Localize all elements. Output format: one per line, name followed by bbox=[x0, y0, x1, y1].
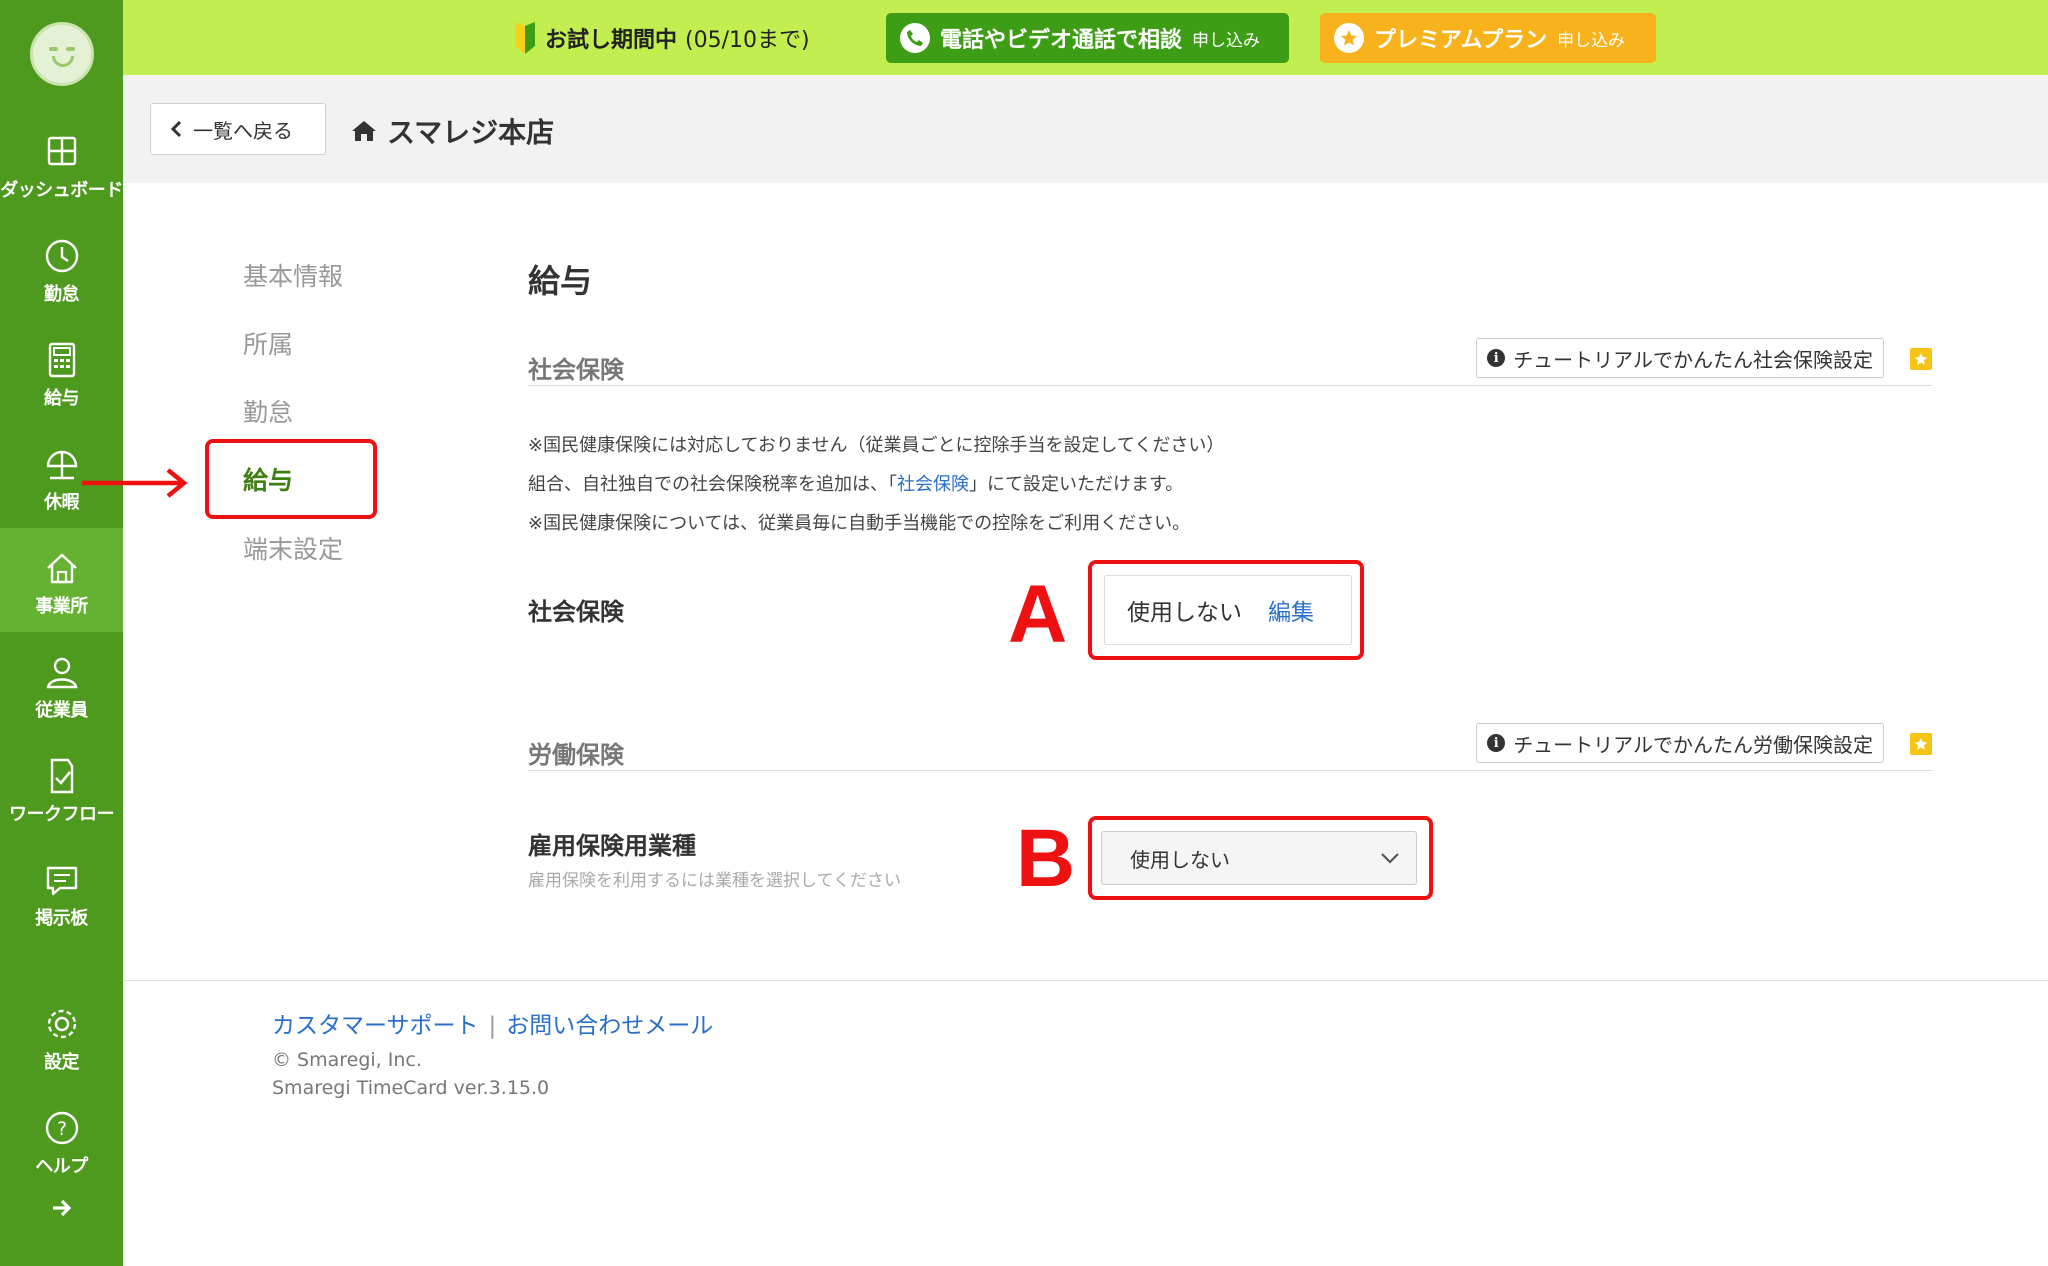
footer-divider bbox=[123, 980, 2048, 981]
sidebar-item-settings[interactable]: 設定 bbox=[0, 984, 123, 1088]
home-icon bbox=[352, 121, 376, 141]
app-logo[interactable] bbox=[30, 22, 94, 86]
subnav-item-basic[interactable]: 基本情報 bbox=[243, 257, 343, 293]
labor-insurance-header: 労働保険 i チュートリアルでかんたん労働保険設定 bbox=[528, 715, 1932, 771]
contact-mail-link[interactable]: お問い合わせメール bbox=[506, 1013, 713, 1039]
footer-links: カスタマーサポート | お問い合わせメール bbox=[272, 1013, 714, 1039]
bookmark-star-icon[interactable] bbox=[1910, 733, 1932, 755]
star-icon bbox=[1341, 30, 1357, 46]
phone-consult-button[interactable]: 電話やビデオ通話で相談 申し込み bbox=[886, 13, 1289, 63]
umbrella-icon bbox=[46, 450, 77, 480]
premium-plan-button[interactable]: プレミアムプラン 申し込み bbox=[1320, 13, 1656, 63]
beginner-mark-icon bbox=[515, 22, 535, 54]
social-insurance-tutorial-button[interactable]: i チュートリアルでかんたん社会保険設定 bbox=[1476, 338, 1884, 378]
sidebar-item-label: 事業所 bbox=[35, 596, 88, 617]
annotation-highlight-payroll bbox=[205, 439, 377, 519]
footer-copyright: © Smaregi, Inc. Smaregi TimeCard ver.3.1… bbox=[272, 1046, 549, 1102]
sidebar-item-dashboard[interactable]: ダッシュボード bbox=[0, 112, 123, 216]
home-icon bbox=[46, 553, 77, 584]
bookmark-star-icon[interactable] bbox=[1910, 348, 1932, 370]
section-title: 給与 bbox=[528, 262, 593, 300]
help-icon: ? bbox=[45, 1111, 78, 1145]
trial-banner: お試し期間中 (05/10まで) 電話やビデオ通話で相談 申し込み プレミアムプ… bbox=[123, 0, 2048, 75]
social-insurance-header: 社会保険 i チュートリアルでかんたん社会保険設定 bbox=[528, 330, 1932, 386]
chevron-left-icon bbox=[170, 120, 182, 138]
sidebar-item-label: ダッシュボード bbox=[0, 180, 123, 201]
labor-insurance-tutorial-button[interactable]: i チュートリアルでかんたん労働保険設定 bbox=[1476, 723, 1884, 763]
annotation-label-a: A bbox=[1008, 569, 1068, 660]
arrow-right-icon bbox=[52, 1199, 71, 1217]
employment-insurance-help: 雇用保険を利用するには業種を選択してください bbox=[528, 871, 901, 891]
annotation-label-b: B bbox=[1016, 813, 1076, 904]
info-icon: i bbox=[1487, 734, 1506, 752]
sidebar-item-label: 従業員 bbox=[35, 700, 88, 721]
page-title: スマレジ本店 bbox=[351, 111, 554, 151]
sidebar-item-payroll[interactable]: 給与 bbox=[0, 320, 123, 424]
svg-text:?: ? bbox=[56, 1118, 66, 1140]
page-header: 一覧へ戻る スマレジ本店 bbox=[123, 75, 2048, 183]
info-icon: i bbox=[1487, 349, 1506, 367]
sidebar-expand-button[interactable] bbox=[0, 1195, 123, 1225]
subnav-item-terminal[interactable]: 端末設定 bbox=[243, 530, 343, 566]
sidebar-item-label: ヘルプ bbox=[35, 1156, 88, 1177]
sidebar-item-label: ワークフロー bbox=[9, 804, 115, 825]
sidebar-item-help[interactable]: ? ヘルプ bbox=[0, 1088, 123, 1192]
subnav-item-attendance[interactable]: 勤怠 bbox=[243, 393, 293, 429]
calculator-icon bbox=[48, 342, 75, 378]
dashboard-icon bbox=[47, 136, 76, 166]
back-to-list-button[interactable]: 一覧へ戻る bbox=[150, 103, 326, 155]
employment-insurance-label: 雇用保険用業種 bbox=[528, 832, 696, 860]
subnav-item-affiliation[interactable]: 所属 bbox=[243, 325, 293, 361]
user-icon bbox=[46, 657, 77, 689]
social-insurance-link[interactable]: 社会保険 bbox=[897, 474, 969, 495]
social-insurance-notes: ※国民健康保険には対応しておりません（従業員ごとに控除手当を設定してください） … bbox=[528, 435, 1225, 534]
annotation-highlight-a bbox=[1088, 560, 1364, 660]
customer-support-link[interactable]: カスタマーサポート bbox=[272, 1013, 479, 1039]
sidebar-item-label: 掲示板 bbox=[35, 908, 88, 929]
social-insurance-label: 社会保険 bbox=[528, 598, 624, 626]
sidebar-item-label: 給与 bbox=[44, 388, 80, 409]
sidebar-item-label: 設定 bbox=[44, 1052, 80, 1073]
sidebar-item-workflow[interactable]: ワークフロー bbox=[0, 736, 123, 840]
sidebar-item-employees[interactable]: 従業員 bbox=[0, 632, 123, 736]
annotation-arrow bbox=[82, 468, 188, 498]
sidebar-item-office[interactable]: 事業所 bbox=[0, 528, 123, 632]
app-version: Smaregi TimeCard ver.3.15.0 bbox=[272, 1077, 550, 1099]
clock-icon bbox=[45, 239, 78, 273]
workflow-icon bbox=[50, 758, 73, 794]
sidebar-item-label: 勤怠 bbox=[44, 284, 80, 305]
trial-status: お試し期間中 (05/10まで) bbox=[513, 18, 810, 58]
annotation-highlight-b bbox=[1088, 816, 1433, 900]
phone-icon bbox=[907, 30, 923, 46]
chat-icon bbox=[46, 866, 77, 896]
sidebar: ダッシュボード 勤怠 給与 休暇 事業所 従業員 ワークフロー 掲示板 設定 ?… bbox=[0, 0, 123, 1266]
gear-icon bbox=[47, 1009, 76, 1039]
sidebar-item-attendance[interactable]: 勤怠 bbox=[0, 216, 123, 320]
sidebar-item-board[interactable]: 掲示板 bbox=[0, 840, 123, 944]
